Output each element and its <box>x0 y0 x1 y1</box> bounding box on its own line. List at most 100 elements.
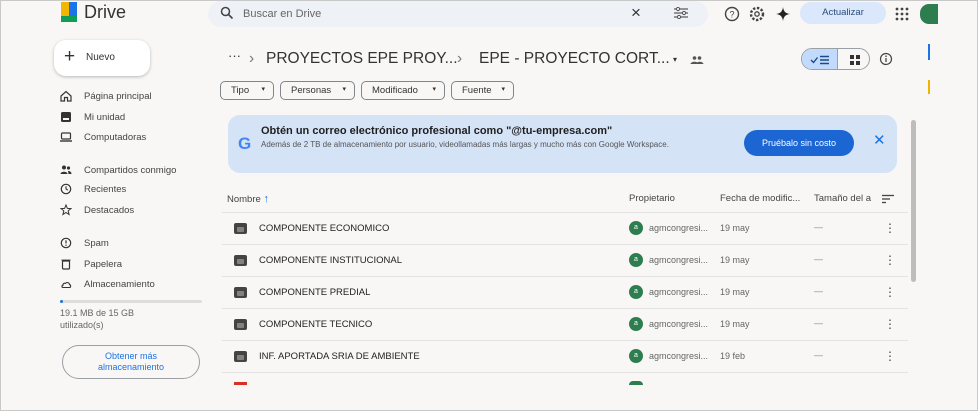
modified-date: 19 may <box>720 319 750 329</box>
column-header-size[interactable]: Tamaño del a <box>814 193 871 204</box>
modified-date: 19 may <box>720 255 750 265</box>
sidebar-item-recent[interactable]: Recientes <box>54 181 204 199</box>
owner-name: agmcongresi... <box>649 223 709 233</box>
owner-avatar: a <box>629 221 643 235</box>
sidebar-item-my-drive[interactable]: Mi unidad <box>54 109 204 127</box>
column-header-modified[interactable]: Fecha de modific... <box>720 193 800 204</box>
update-button[interactable]: Actualizar <box>800 2 886 24</box>
shared-folder-icon <box>234 223 247 234</box>
file-size: — <box>814 318 823 328</box>
sidebar-item-home[interactable]: Página principal <box>54 88 204 106</box>
svg-text:?: ? <box>729 10 734 20</box>
account-avatar[interactable] <box>920 4 938 24</box>
storage-usage-suffix: utilizado(s) <box>60 320 104 330</box>
modified-date: 19 may <box>720 287 750 297</box>
sidebar-item-shared[interactable]: Compartidos conmigo <box>54 162 204 180</box>
filter-type-chip[interactable]: Tipo ▾ <box>220 81 274 100</box>
sidebar-item-label: Recientes <box>84 184 127 195</box>
storage-usage-fill <box>60 300 63 303</box>
my-drive-icon <box>61 112 71 122</box>
search-bar[interactable]: Buscar en Drive × <box>208 1 708 27</box>
more-actions-icon[interactable]: ⋮ <box>884 285 896 299</box>
owner-avatar: a <box>629 349 643 363</box>
sidebar-item-storage[interactable]: Almacenamiento <box>54 276 204 294</box>
owner-avatar: a <box>629 317 643 331</box>
table-row[interactable]: COMPONENTE ECONOMICO a agmcongresi... 19… <box>222 212 908 243</box>
spam-icon <box>60 237 72 249</box>
table-row[interactable]: COMPONENTE TECNICO a agmcongresi... 19 m… <box>222 308 908 339</box>
storage-usage-bar <box>60 300 202 303</box>
computer-icon <box>60 132 72 142</box>
breadcrumb-ellipsis[interactable]: ··· <box>228 48 241 63</box>
file-name: INF. APORTADA SRIA DE AMBIENTE <box>259 351 420 362</box>
breadcrumb-current[interactable]: EPE - PROYECTO CORT... <box>479 50 670 68</box>
settings-gear-icon[interactable] <box>748 5 766 23</box>
filter-people-chip[interactable]: Personas ▾ <box>280 81 355 100</box>
column-header-name-label: Nombre <box>227 194 261 205</box>
filter-source-chip[interactable]: Fuente ▾ <box>451 81 514 100</box>
sidebar-item-label: Compartidos conmigo <box>84 165 177 176</box>
help-icon[interactable]: ? <box>723 5 741 23</box>
table-row[interactable]: COMPONENTE INSTITUCIONAL a agmcongresi..… <box>222 244 908 275</box>
more-actions-icon[interactable]: ⋮ <box>884 317 896 331</box>
file-name: COMPONENTE INSTITUCIONAL <box>259 255 403 266</box>
google-g-icon: G <box>238 134 252 153</box>
banner-description: Además de 2 TB de almacenamiento por usu… <box>261 140 669 149</box>
table-row[interactable]: COMPONENTE PREDIAL a agmcongresi... 19 m… <box>222 276 908 307</box>
table-row-partial[interactable] <box>222 372 908 411</box>
breadcrumb-parent[interactable]: PROYECTOS EPE PROY... <box>266 50 458 68</box>
file-name: COMPONENTE PREDIAL <box>259 287 371 298</box>
sidebar-item-label: Almacenamiento <box>84 279 155 290</box>
shared-folder-icon <box>234 319 247 330</box>
chevron-down-icon: ▾ <box>501 86 505 93</box>
more-actions-icon[interactable]: ⋮ <box>884 349 896 363</box>
clock-icon <box>60 183 72 195</box>
scrollbar[interactable] <box>911 120 916 282</box>
folder-dropdown-icon[interactable]: ▾ <box>673 55 677 64</box>
apps-grid-icon[interactable] <box>893 5 911 23</box>
filter-label: Personas <box>291 85 332 96</box>
star-icon <box>60 204 72 216</box>
owner-name: agmcongresi... <box>649 255 709 265</box>
search-options-icon[interactable] <box>674 7 688 19</box>
sidebar-item-label: Mi unidad <box>84 112 126 123</box>
column-header-owner[interactable]: Propietario <box>629 193 675 204</box>
gemini-sparkle-icon[interactable] <box>774 5 792 23</box>
owner-name: agmcongresi... <box>649 351 709 361</box>
shared-icon <box>60 165 72 174</box>
search-input[interactable]: Buscar en Drive <box>243 8 321 20</box>
get-more-storage-button[interactable]: Obtener más almacenamiento <box>62 345 200 379</box>
cloud-icon <box>61 281 72 289</box>
chevron-down-icon: ▾ <box>342 86 346 93</box>
sidebar-item-trash[interactable]: Papelera <box>54 256 204 274</box>
search-icon[interactable] <box>220 6 234 20</box>
sidebar-item-computers[interactable]: Computadoras <box>54 129 204 147</box>
more-actions-icon[interactable]: ⋮ <box>884 221 896 235</box>
clear-search-icon[interactable]: × <box>631 3 641 23</box>
more-actions-icon[interactable]: ⋮ <box>884 253 896 267</box>
column-header-name[interactable]: Nombre ↑ <box>227 193 269 205</box>
new-button-label: Nuevo <box>86 52 115 63</box>
close-icon[interactable]: ✕ <box>873 133 886 149</box>
sidebar-item-label: Destacados <box>84 205 135 216</box>
list-view-button[interactable] <box>802 49 837 69</box>
drive-logo-icon[interactable] <box>61 2 77 22</box>
grid-view-button[interactable] <box>837 49 869 69</box>
info-icon[interactable] <box>879 52 893 66</box>
sidebar-item-spam[interactable]: Spam <box>54 235 204 253</box>
sort-options-icon[interactable] <box>882 194 894 204</box>
sidebar-item-label: Computadoras <box>84 132 147 143</box>
app-title[interactable]: Drive <box>84 2 126 23</box>
chevron-right-icon: › <box>249 50 255 67</box>
try-free-button[interactable]: Pruébalo sin costo <box>744 130 854 156</box>
chevron-right-icon: › <box>457 50 463 67</box>
arrow-up-icon: ↑ <box>263 193 269 205</box>
chevron-down-icon: ▾ <box>432 86 436 93</box>
table-row[interactable]: INF. APORTADA SRIA DE AMBIENTE a agmcong… <box>222 340 908 371</box>
sidebar-item-starred[interactable]: Destacados <box>54 202 204 220</box>
top-bar: Drive Buscar en Drive × ? Actualizar <box>0 0 978 28</box>
new-button[interactable]: + Nuevo <box>54 40 150 76</box>
view-toggle <box>801 48 870 70</box>
shared-folder-icon <box>234 255 247 266</box>
filter-modified-chip[interactable]: Modificado ▾ <box>361 81 445 100</box>
